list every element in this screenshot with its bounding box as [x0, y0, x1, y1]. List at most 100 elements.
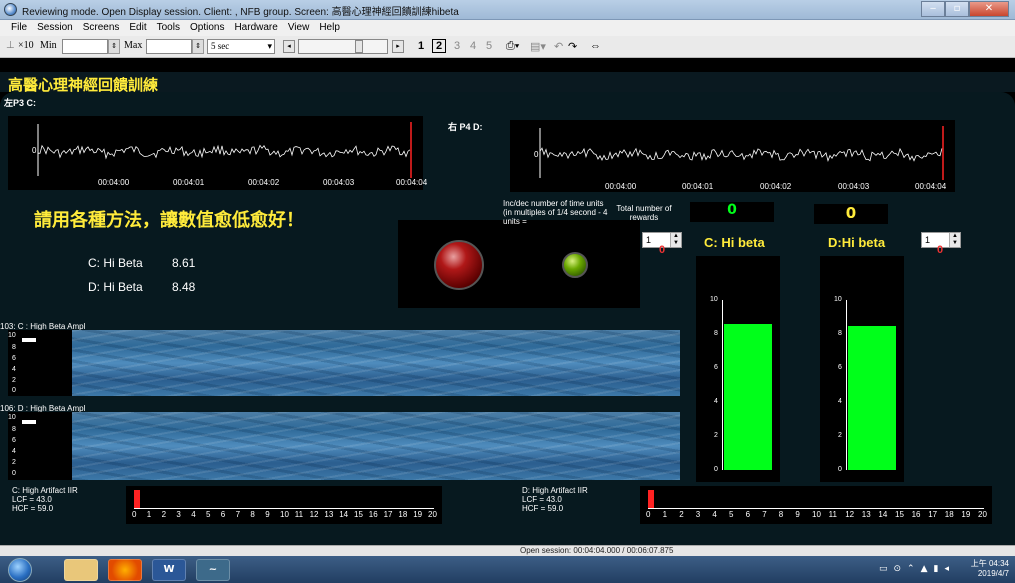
bar-fill-right [848, 325, 896, 470]
close-button[interactable]: ✕ [969, 1, 1009, 17]
time-tick: 00:04:01 [173, 178, 205, 187]
clock-time: 上午 04:34 [970, 559, 1009, 568]
menu-session[interactable]: Session [32, 20, 78, 36]
time-tick: 00:04:00 [98, 178, 130, 187]
reward-count-right: 0 [814, 204, 888, 224]
bar-axis [722, 300, 723, 470]
artifact-scale-tick: 20 [428, 510, 437, 519]
ampl-y-tick: 0 [12, 387, 16, 394]
d-readout-value: 8.48 [172, 280, 196, 294]
artifact-scale-tick: 13 [861, 510, 871, 519]
scroll-thumb[interactable] [355, 40, 363, 53]
spin-arrows-right[interactable]: ▲ ▼ [949, 233, 960, 247]
scale-icon: ⊥ [6, 40, 15, 51]
page-3[interactable]: 3 [454, 40, 460, 52]
chevron-down-icon: ▾ [267, 41, 272, 51]
max-spinner[interactable]: ⇕ [192, 39, 204, 54]
menu-tools[interactable]: Tools [152, 20, 185, 36]
bar-y-tick: 4 [838, 398, 842, 405]
time-tick: 00:04:04 [915, 182, 947, 191]
ampl-level-marker [22, 338, 36, 342]
menu-options[interactable]: Options [185, 20, 229, 36]
time-tick: 00:04:04 [396, 178, 428, 187]
eeg-trace-right: 0 00:04:00 00:04:01 00:04:02 00:04:03 00… [510, 120, 955, 192]
artifact-scale-tick: 4 [191, 510, 196, 519]
page-5[interactable]: 5 [486, 40, 492, 52]
system-tray[interactable]: ▭⊙⌃▲▮◂ [879, 564, 955, 574]
artifact-scale-tick: 6 [745, 510, 751, 519]
undo-icon[interactable]: ↶ [554, 40, 563, 53]
bar-y-tick: 0 [838, 466, 842, 473]
ampl-y-tick: 8 [12, 344, 16, 351]
min-spinner[interactable]: ⇕ [108, 39, 120, 54]
artifact-left-title: C: High Artifact IIR [12, 486, 78, 495]
artifact-right-lcf: LCF = 43.0 [522, 495, 562, 504]
artifact-scale-tick: 8 [250, 510, 255, 519]
time-scrollbar[interactable] [298, 39, 388, 54]
firefox-icon[interactable] [108, 559, 142, 581]
time-select[interactable]: 5 sec ▾ [207, 39, 275, 54]
bar-chart-right: 10 8 6 4 2 0 [820, 256, 904, 482]
print-icon[interactable]: ⎙▾ [506, 40, 519, 53]
artifact-meter-left: 0 1 2 3 4 5 6 7 8 9 10 11 12 13 14 15 16 17 18 19 20 [126, 486, 442, 524]
right-channel-label: 右 P4 D: [448, 122, 483, 132]
app-area: 高醫心理神經回饋訓練 左P3 C: 右 P4 D: 0 00:04:00 00:… [0, 58, 1015, 550]
window-title: Reviewing mode. Open Display session. Cl… [22, 7, 459, 18]
artifact-scale-tick: 18 [398, 510, 408, 519]
menu-help[interactable]: Help [314, 20, 345, 36]
green-light-icon [562, 252, 588, 278]
page-2[interactable]: 2 [432, 39, 447, 53]
left-channel-label: 左P3 C: [4, 98, 37, 108]
menu-edit[interactable]: Edit [124, 20, 151, 36]
file-explorer-icon[interactable] [64, 559, 98, 581]
max-input[interactable] [146, 39, 192, 54]
artifact-scale-tick: 16 [368, 510, 378, 519]
time-tick: 00:04:02 [760, 182, 792, 191]
start-button[interactable] [8, 558, 32, 582]
layout-icon[interactable]: ▤▾ [530, 40, 546, 53]
artifact-scale-tick: 12 [309, 510, 319, 519]
scroll-left-button[interactable]: ◂ [283, 40, 295, 53]
max-label: Max [124, 40, 143, 51]
artifact-scale-tick: 11 [828, 510, 837, 519]
bar-y-tick: 10 [710, 296, 718, 303]
min-input[interactable] [62, 39, 108, 54]
maximize-button[interactable]: ▫ [945, 1, 969, 17]
artifact-level-left [134, 490, 140, 508]
page-1[interactable]: 1 [418, 40, 424, 52]
spin-arrows-left[interactable]: ▲ ▼ [670, 233, 681, 247]
artifact-scale-tick: 13 [324, 510, 334, 519]
menu-view[interactable]: View [283, 20, 315, 36]
artifact-right-title: D: High Artifact IIR [522, 486, 588, 495]
scroll-right-button[interactable]: ▸ [392, 40, 404, 53]
page-4[interactable]: 4 [470, 40, 476, 52]
artifact-scale-tick: 19 [413, 510, 423, 519]
artifact-scale-tick: 8 [778, 510, 784, 519]
clock[interactable]: 上午 04:34 2019/4/7 [971, 559, 1009, 579]
menu-hardware[interactable]: Hardware [229, 20, 282, 36]
menu-file[interactable]: File [6, 20, 32, 36]
neurofeedback-app-icon[interactable]: ~ [196, 559, 230, 581]
artifact-scale-tick: 3 [695, 510, 701, 519]
eeg-zero-label-right: 0 [534, 150, 539, 159]
word-icon[interactable]: W [152, 559, 186, 581]
bar-fill-left [724, 323, 772, 470]
artifact-scale-tick: 12 [845, 510, 855, 519]
artifact-scale-tick: 17 [383, 510, 393, 519]
menu-screens[interactable]: Screens [78, 20, 125, 36]
artifact-scale-tick: 1 [146, 510, 152, 519]
feedback-lights-panel [398, 220, 640, 308]
fit-width-icon[interactable]: ⇔ [590, 40, 601, 52]
zoom-label: ×10 [18, 40, 34, 51]
artifact-axis-right [648, 508, 984, 509]
artifact-scale-right: 0 1 2 3 4 5 6 7 8 9 10 11 12 13 14 15 16 17 18 19 20 [640, 510, 992, 522]
redo-icon[interactable]: ↷ [568, 40, 577, 53]
min-label: Min [40, 40, 57, 51]
bar-y-tick: 8 [838, 330, 842, 337]
minimize-button[interactable]: ‒ [921, 1, 945, 17]
eeg-zero-label-left: 0 [32, 146, 37, 155]
time-tick: 00:04:00 [605, 182, 637, 191]
spin-value-left: 1 [646, 235, 652, 245]
bar-y-tick: 8 [714, 330, 718, 337]
ocean-feedback-bottom [72, 412, 680, 480]
